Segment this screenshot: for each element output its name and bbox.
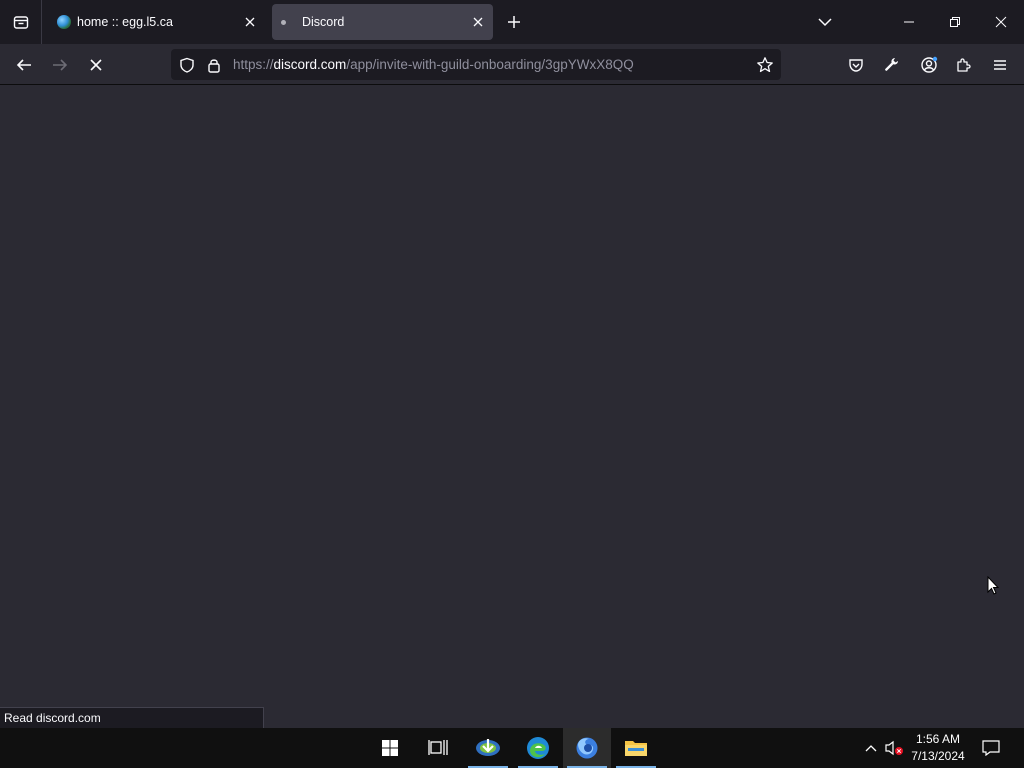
firefox-view-button[interactable] xyxy=(0,0,42,44)
firefox-icon xyxy=(576,737,598,759)
url-path: /app/invite-with-guild-onboarding/3gpYWx… xyxy=(346,57,634,72)
developer-tools-button[interactable] xyxy=(879,52,905,78)
taskbar-app-edge[interactable] xyxy=(514,728,562,768)
hamburger-menu-icon xyxy=(994,60,1006,70)
forward-arrow-icon xyxy=(53,59,68,71)
tracking-protection-shield-icon[interactable] xyxy=(179,57,195,73)
globe-icon xyxy=(57,15,71,29)
volume-muted-icon xyxy=(885,740,903,756)
pocket-button[interactable] xyxy=(843,52,869,78)
forward-button[interactable] xyxy=(47,52,73,78)
lock-icon[interactable] xyxy=(206,57,222,73)
minimize-button[interactable] xyxy=(886,0,932,44)
close-window-button[interactable] xyxy=(978,0,1024,44)
pocket-icon xyxy=(849,59,863,72)
stop-loading-button[interactable] xyxy=(83,52,109,78)
taskbar-app-firefox[interactable] xyxy=(563,728,611,768)
chevron-up-icon xyxy=(865,745,877,752)
clock-date: 7/13/2024 xyxy=(911,749,965,763)
tab-strip: home :: egg.l5.ca Discord xyxy=(0,0,1024,44)
url-scheme: https:// xyxy=(233,57,274,72)
tab-title: Discord xyxy=(302,15,345,29)
mouse-pointer-icon xyxy=(987,576,999,595)
navigation-toolbar: https://discord.com/app/invite-with-guil… xyxy=(0,44,1024,85)
clock-time: 1:56 AM xyxy=(915,732,961,746)
tab-title: home :: egg.l5.ca xyxy=(77,15,173,29)
url-host: discord.com xyxy=(273,57,347,72)
action-center-button[interactable] xyxy=(976,728,1006,768)
tab-home[interactable]: home :: egg.l5.ca xyxy=(47,4,265,40)
address-bar[interactable]: https://discord.com/app/invite-with-guil… xyxy=(171,49,781,80)
start-button[interactable] xyxy=(366,728,414,768)
minimize-icon xyxy=(904,21,914,23)
download-manager-icon xyxy=(476,739,500,756)
bookmark-star-icon[interactable] xyxy=(756,56,774,74)
page-content: Read discord.com xyxy=(0,85,1024,728)
list-all-tabs-chevron-icon[interactable] xyxy=(815,12,835,32)
app-menu-button[interactable] xyxy=(987,52,1013,78)
volume-button[interactable] xyxy=(882,728,906,768)
windows-taskbar: 1:56 AM 7/13/2024 xyxy=(0,728,1024,768)
firefox-view-icon xyxy=(13,16,28,29)
taskbar-app-file-explorer[interactable] xyxy=(612,728,660,768)
restore-button[interactable] xyxy=(932,0,978,44)
notification-icon xyxy=(982,740,1000,756)
file-explorer-icon xyxy=(625,741,647,756)
url-text[interactable]: https://discord.com/app/invite-with-guil… xyxy=(233,57,634,72)
puzzle-piece-icon xyxy=(957,58,971,72)
close-icon[interactable] xyxy=(243,15,257,29)
show-hidden-icons-button[interactable] xyxy=(860,728,882,768)
edge-icon xyxy=(527,737,549,759)
task-view-icon xyxy=(428,740,448,755)
extensions-button[interactable] xyxy=(951,52,977,78)
back-button[interactable] xyxy=(11,52,37,78)
close-window-icon xyxy=(995,16,1007,28)
back-arrow-icon xyxy=(16,59,31,71)
tab-discord[interactable]: Discord xyxy=(272,4,493,40)
close-icon[interactable] xyxy=(471,15,485,29)
system-clock[interactable]: 1:56 AM 7/13/2024 xyxy=(905,731,971,765)
account-button[interactable] xyxy=(916,52,942,78)
wrench-icon xyxy=(885,57,898,71)
restore-icon xyxy=(950,17,960,27)
status-panel: Read discord.com xyxy=(0,707,264,728)
task-view-button[interactable] xyxy=(414,728,462,768)
account-icon xyxy=(921,56,938,73)
browser-window: home :: egg.l5.ca Discord https://discor… xyxy=(0,0,1024,768)
taskbar-app-download-manager[interactable] xyxy=(464,728,512,768)
windows-start-icon xyxy=(382,740,398,756)
stop-icon xyxy=(90,59,102,71)
loading-dot-icon xyxy=(281,20,286,25)
new-tab-button[interactable] xyxy=(503,11,525,33)
